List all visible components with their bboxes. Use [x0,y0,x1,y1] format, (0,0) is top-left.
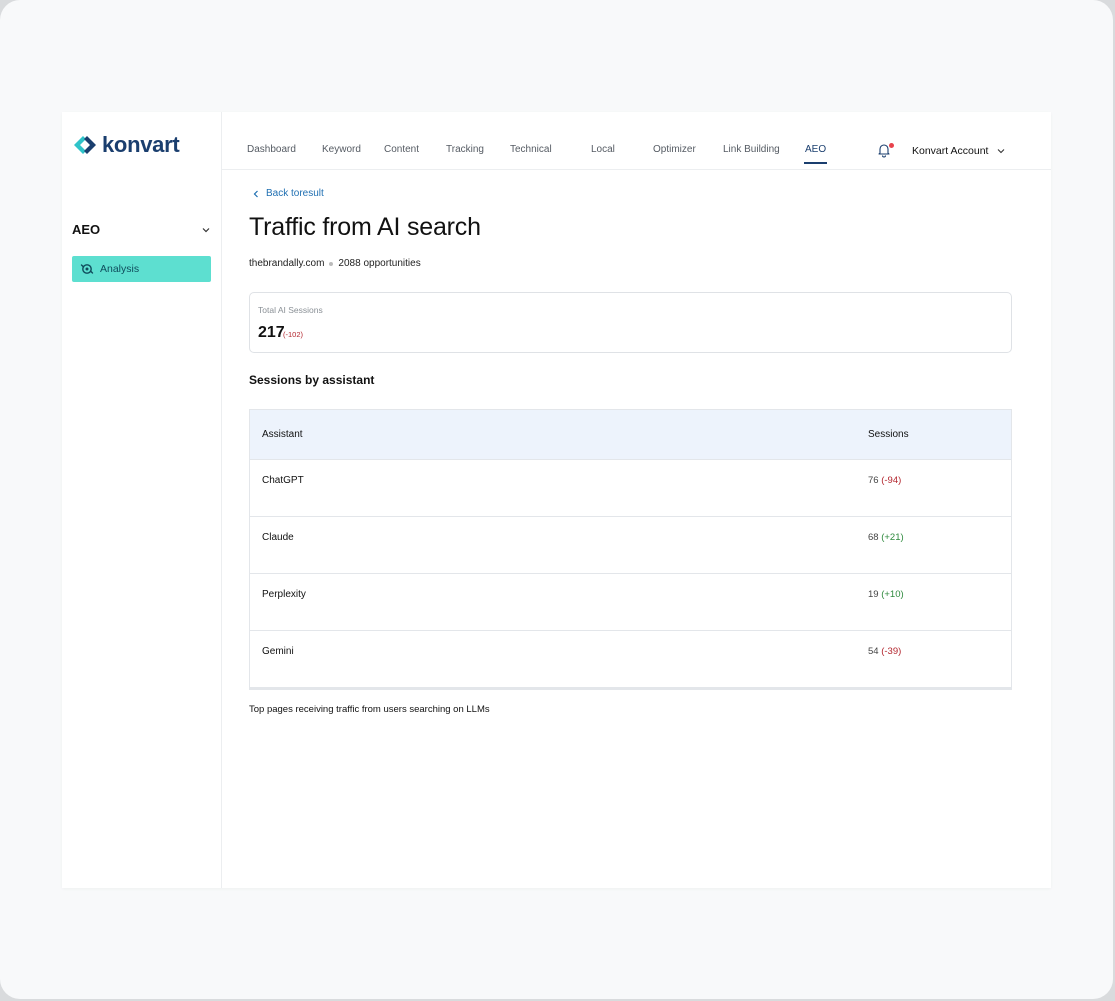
analysis-icon [80,264,94,274]
sidebar: konvart AEO Analysis [62,112,222,888]
tab-aeo[interactable]: AEO [803,144,828,164]
chevron-left-icon [253,190,258,197]
sessions-value: 54 (-39) [868,646,901,657]
top-pages-note: Top pages receiving traffic from users s… [249,704,490,715]
chevron-down-icon [202,227,210,232]
sessions-section-heading: Sessions by assistant [249,373,375,387]
sessions-delta: (+10) [881,589,904,600]
sessions-count: 76 [868,475,879,486]
assistant-name: Perplexity [262,589,306,600]
chevron-down-icon [998,149,1005,154]
tab-dashboard[interactable]: Dashboard [247,144,296,155]
domain-label: thebrandally.com [249,258,325,269]
table-row[interactable]: Claude 68 (+21) [250,516,1011,573]
stat-label: Total AI Sessions [258,305,323,315]
tab-link-building[interactable]: Link Building [723,144,780,155]
brand-name: konvart [102,132,180,157]
page-subtitle: thebrandally.com 2088 opportunities [249,258,421,269]
sessions-value: 19 (+10) [868,589,904,600]
total-sessions-card: Total AI Sessions 217 (-102) [249,292,1012,353]
column-header-sessions[interactable]: Sessions [868,429,909,440]
column-header-assistant[interactable]: Assistant [262,429,303,440]
assistant-name: Gemini [262,646,294,657]
assistant-name: Claude [262,532,294,543]
sidebar-section-title: AEO [72,222,101,237]
notification-badge [889,143,894,148]
top-navigation: Dashboard Keyword Content Tracking Techn… [222,112,1051,170]
sessions-count: 19 [868,589,879,600]
separator-dot [329,261,334,266]
account-label: Konvart Account [912,145,989,157]
sessions-delta: (-39) [881,646,902,657]
tab-optimizer[interactable]: Optimizer [653,144,696,155]
sessions-count: 68 [868,532,879,543]
stat-value: 217 [258,324,285,341]
app-window: konvart AEO Analysis Dashboard Keyword C… [62,112,1051,888]
back-link[interactable]: Back toresult [252,188,324,199]
table-row[interactable]: Gemini 54 (-39) [250,630,1011,687]
brand-logo[interactable]: konvart [72,132,180,158]
tab-content[interactable]: Content [384,144,419,155]
stat-delta: (-102) [283,330,304,339]
main-content: Dashboard Keyword Content Tracking Techn… [222,112,1051,888]
tab-technical[interactable]: Technical [510,144,552,155]
table-row[interactable]: ChatGPT 76 (-94) [250,459,1011,516]
opportunities-label: 2088 opportunities [338,258,421,269]
sessions-table: Assistant Sessions ChatGPT 76 (-94) Clau… [249,409,1012,690]
sidebar-item-label: Analysis [100,263,140,275]
table-row[interactable]: Perplexity 19 (+10) [250,573,1011,630]
sessions-delta: (+21) [881,532,904,543]
sessions-value: 76 (-94) [868,475,901,486]
sessions-value: 68 (+21) [868,532,904,543]
sidebar-section-aeo[interactable]: AEO [72,222,212,237]
sessions-delta: (-94) [881,475,902,486]
table-header: Assistant Sessions [250,409,1011,459]
account-menu[interactable]: Konvart Account [912,145,1006,157]
tab-keyword[interactable]: Keyword [322,144,361,155]
page-title: Traffic from AI search [249,213,481,241]
tab-local[interactable]: Local [591,144,615,155]
konvart-logo-icon [74,136,96,154]
back-link-label: Back toresult [266,188,324,199]
sidebar-item-analysis[interactable]: Analysis [72,256,211,282]
table-bottom-border [250,687,1011,689]
assistant-name: ChatGPT [262,475,304,486]
sessions-count: 54 [868,646,879,657]
tab-tracking[interactable]: Tracking [446,144,484,155]
